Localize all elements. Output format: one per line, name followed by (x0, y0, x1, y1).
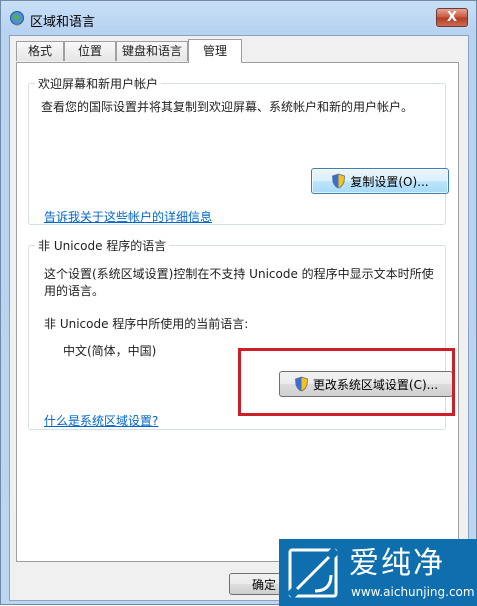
tab-formats[interactable]: 格式 (16, 41, 64, 61)
welcome-description: 查看您的国际设置并将其复制到欢迎屏幕、系统帐户和新的用户帐户。 (41, 100, 414, 114)
non-unicode-description: 这个设置(系统区域设置)控制在不支持 Unicode 的程序中显示文本时所使用的… (44, 267, 434, 298)
uac-shield-icon (332, 173, 346, 189)
accounts-details-link[interactable]: 告诉我关于这些帐户的详细信息 (44, 208, 212, 225)
dialog-client-area: 格式 位置 键盘和语言 管理 欢迎屏幕和新用户帐户 查看您的国际设置并将其复制到… (9, 35, 469, 601)
watermark-url: www.aichunjing.com (351, 585, 475, 599)
close-button[interactable]: X (436, 8, 468, 27)
copy-settings-label: 复制设置(O)... (350, 174, 429, 189)
current-language-value: 中文(简体，中国) (63, 344, 157, 358)
tab-location[interactable]: 位置 (64, 41, 116, 61)
watermark-banner: 爱纯净 www.aichunjing.com (279, 539, 477, 606)
current-language-label: 非 Unicode 程序中所使用的当前语言: (44, 317, 249, 331)
region-language-window: 区域和语言 X 格式 位置 键盘和语言 管理 欢迎屏幕和新用户帐户 查看您的国际… (0, 0, 477, 606)
tab-administrative[interactable]: 管理 (188, 39, 242, 63)
annotation-highlight-box (238, 348, 455, 416)
window-title: 区域和语言 (30, 15, 96, 30)
watermark-brand: 爱纯净 (349, 546, 445, 581)
ok-button-label: 确定 (251, 577, 276, 592)
title-bar[interactable]: 区域和语言 X (1, 1, 476, 35)
what-is-system-locale-link[interactable]: 什么是系统区域设置? (44, 412, 158, 429)
globe-icon (10, 11, 24, 26)
brand-logo-icon (287, 547, 339, 599)
administrative-panel: 欢迎屏幕和新用户帐户 查看您的国际设置并将其复制到欢迎屏幕、系统帐户和新的用户帐… (16, 62, 459, 562)
welcome-screen-group: 欢迎屏幕和新用户帐户 查看您的国际设置并将其复制到欢迎屏幕、系统帐户和新的用户帐… (28, 75, 449, 225)
close-icon: X (446, 10, 458, 25)
tab-keyboards-languages[interactable]: 键盘和语言 (116, 41, 188, 61)
copy-settings-button[interactable]: 复制设置(O)... (311, 168, 449, 194)
non-unicode-group-title: 非 Unicode 程序的语言 (35, 237, 170, 254)
welcome-group-title: 欢迎屏幕和新用户帐户 (35, 75, 162, 92)
